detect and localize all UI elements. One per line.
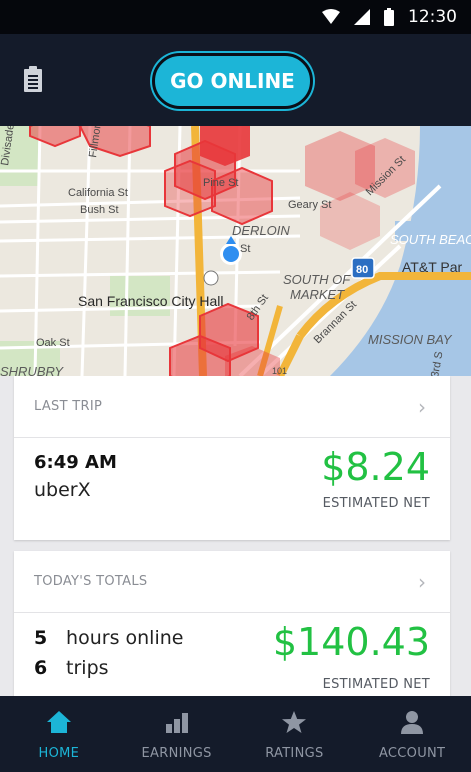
hours-online-row: 5 hours online — [34, 627, 183, 649]
map-label-market: MARKET — [290, 287, 345, 302]
map-label-geary: Geary St — [288, 199, 331, 211]
map-label-city-hall: San Francisco City Hall — [78, 293, 224, 309]
map-label-oak: Oak St — [36, 337, 70, 349]
bar-chart-icon — [164, 710, 190, 738]
todays-totals-title: TODAY'S TOTALS — [34, 574, 148, 589]
status-time: 12:30 — [408, 7, 457, 27]
signal-icon — [354, 9, 370, 25]
map-label-st: St — [240, 243, 250, 255]
summary-panel: LAST TRIP › 6:49 AM uberX $8.24 ESTIMATE… — [0, 376, 471, 696]
map-label-att-park: AT&T Par — [402, 259, 463, 275]
nav-ratings-label: RATINGS — [265, 746, 324, 761]
wifi-icon — [322, 9, 340, 25]
map-label-shrubry: SHRUBRY — [0, 364, 64, 376]
person-icon — [399, 710, 425, 738]
todays-totals-header[interactable]: TODAY'S TOTALS › — [14, 551, 450, 613]
status-bar: 12:30 — [0, 0, 471, 34]
map-label-101: 101 — [272, 366, 287, 376]
trips-label: trips — [66, 657, 109, 679]
map-label-i80: 80 — [356, 264, 368, 276]
hours-count: 5 — [34, 627, 48, 649]
go-online-button[interactable]: GO ONLINE — [152, 53, 313, 109]
last-trip-estimated-net: ESTIMATED NET — [322, 496, 430, 511]
map-label-mission-bay: MISSION BAY — [368, 332, 453, 347]
clipboard-icon[interactable] — [23, 66, 43, 96]
map-label-south-beach: SOUTH BEAC — [390, 232, 471, 247]
chevron-right-icon: › — [418, 569, 426, 594]
app-header: GO ONLINE — [0, 34, 471, 126]
last-trip-service: uberX — [34, 479, 91, 501]
nav-ratings[interactable]: RATINGS — [236, 696, 354, 772]
last-trip-title: LAST TRIP — [34, 399, 103, 414]
nav-earnings[interactable]: EARNINGS — [118, 696, 236, 772]
nav-account[interactable]: ACCOUNT — [353, 696, 471, 772]
map-label-pine: Pine St — [203, 177, 238, 189]
trips-count: 6 — [34, 657, 48, 679]
todays-totals-estimated-net: ESTIMATED NET — [322, 677, 430, 692]
todays-totals-amount: $140.43 — [272, 620, 430, 664]
map-label-california: California St — [68, 187, 128, 199]
nav-home[interactable]: HOME — [0, 696, 118, 772]
hours-label: hours online — [66, 627, 184, 649]
chevron-right-icon: › — [418, 394, 426, 419]
last-trip-amount: $8.24 — [321, 445, 430, 489]
battery-icon — [384, 8, 394, 26]
todays-totals-card[interactable]: TODAY'S TOTALS › 5 hours online 6 trips … — [14, 551, 450, 696]
map-label-tenderloin: DERLOIN — [232, 223, 290, 238]
star-icon — [281, 710, 307, 738]
map-label-bush: Bush St — [80, 204, 119, 216]
map-view[interactable]: Divisadero St Fillmore St California St … — [0, 126, 471, 376]
last-trip-card[interactable]: LAST TRIP › 6:49 AM uberX $8.24 ESTIMATE… — [14, 376, 450, 540]
home-icon — [46, 710, 72, 738]
bottom-nav: HOME EARNINGS RATINGS ACCOUNT — [0, 696, 471, 772]
nav-home-label: HOME — [38, 746, 80, 761]
last-trip-time: 6:49 AM — [34, 452, 117, 473]
trips-row: 6 trips — [34, 657, 183, 679]
nav-earnings-label: EARNINGS — [141, 746, 212, 761]
last-trip-header[interactable]: LAST TRIP › — [14, 376, 450, 438]
map-label-south-of: SOUTH OF — [283, 272, 351, 287]
nav-account-label: ACCOUNT — [378, 746, 446, 761]
